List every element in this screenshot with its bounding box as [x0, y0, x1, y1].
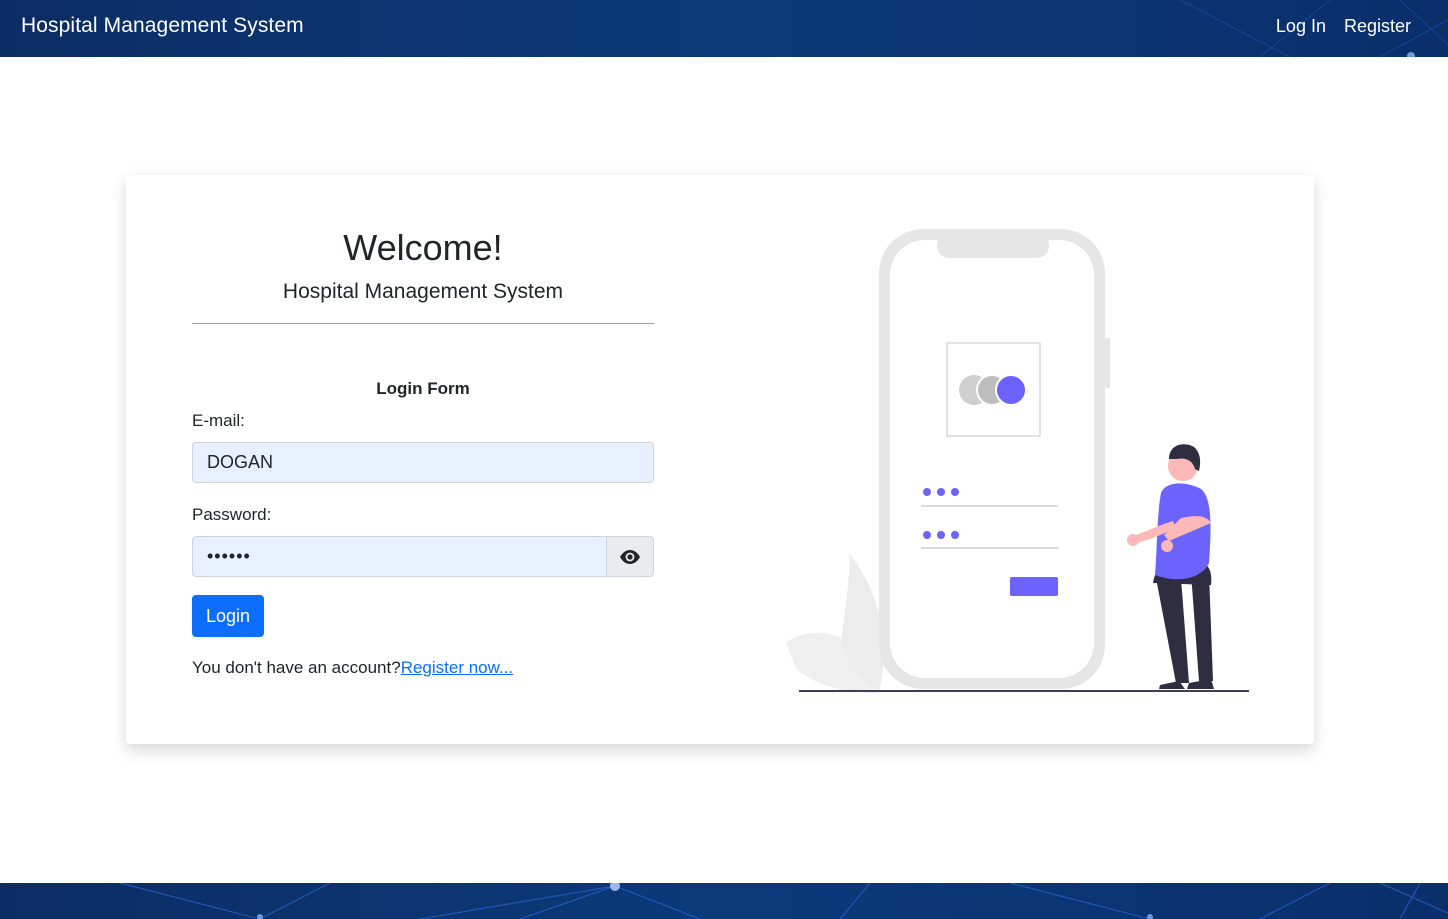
person-figure — [1127, 444, 1214, 689]
password-field[interactable]: •••••• — [192, 536, 607, 577]
card-subtitle: Hospital Management System — [282, 280, 564, 303]
register-now-link[interactable]: Register now... — [401, 658, 513, 677]
login-illustration — [786, 229, 1249, 693]
welcome-heading: Welcome! — [343, 227, 503, 268]
nav-register-link[interactable]: Register — [1344, 16, 1411, 37]
password-label: Password: — [192, 505, 272, 524]
register-prompt-text: You don't have an account? — [192, 658, 401, 677]
network-background — [119, 883, 1448, 919]
divider — [192, 323, 654, 324]
login-button[interactable]: Login — [192, 595, 264, 637]
nav-links: Log In Register — [1276, 16, 1411, 37]
form-title: Login Form — [376, 379, 470, 398]
toggle-password-button[interactable] — [606, 536, 654, 577]
brand-link[interactable]: Hospital Management System — [21, 14, 304, 38]
email-label: E-mail: — [192, 411, 245, 430]
login-card: Welcome! Hospital Management System Logi… — [126, 175, 1314, 744]
nav-login-link[interactable]: Log In — [1276, 16, 1326, 37]
leaf-decoration — [786, 553, 884, 693]
register-prompt: You don't have an account?Register now..… — [192, 658, 513, 678]
navbar: Hospital Management System Log In Regist… — [0, 0, 1448, 57]
footer-bar — [0, 883, 1448, 919]
email-field[interactable]: DOGAN — [192, 442, 654, 483]
eye-icon — [620, 549, 640, 564]
phone-icon — [879, 229, 1110, 689]
